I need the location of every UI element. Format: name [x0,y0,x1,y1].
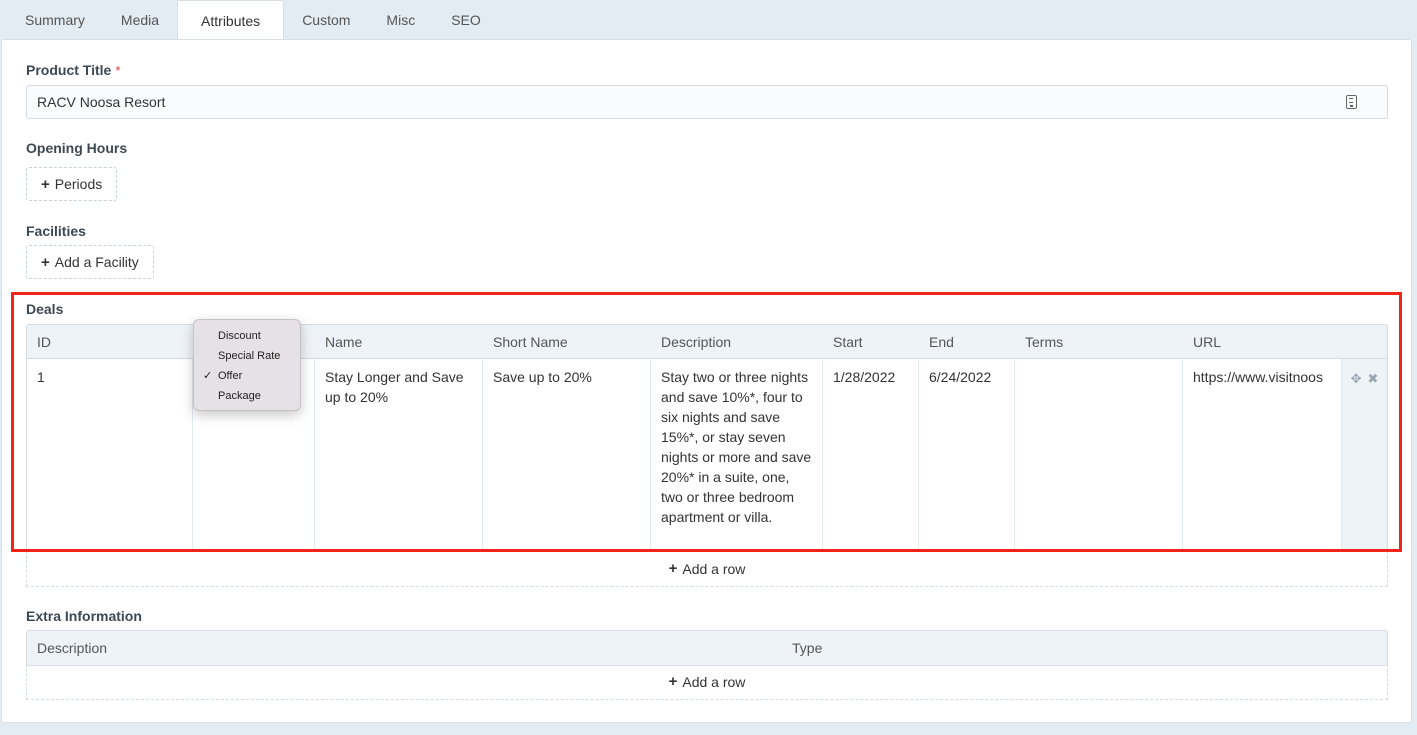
deals-col-terms: Terms [1025,333,1064,350]
dropdown-option-offer[interactable]: ✓ Offer [194,366,300,386]
add-facility-label: Add a Facility [54,254,139,270]
close-icon[interactable]: ✖ [1368,369,1379,543]
tab-custom[interactable]: Custom [284,0,368,40]
extra-add-row-label: Add a row [682,673,746,690]
opening-hours-label: Opening Hours [26,140,128,156]
deal-type-dropdown: Discount Special Rate ✓ Offer Package [193,319,301,411]
deals-col-end: End [929,333,954,350]
product-title-input[interactable]: RACV Noosa Resort [26,85,1388,119]
clipboard-icon[interactable] [1346,95,1357,109]
deals-col-short-name: Short Name [493,333,568,350]
tab-bar: Summary Media Attributes Custom Misc SEO [0,0,499,40]
add-periods-button[interactable]: + Periods [26,167,118,201]
deal-terms-cell[interactable] [1015,359,1183,551]
extra-information-table: Description Type [26,630,1388,666]
facilities-label: Facilities [26,223,86,239]
product-title-label: Product Title * [26,62,120,78]
deal-description-cell[interactable]: Stay two or three nights and save 10%*, … [651,359,823,551]
deals-col-url: URL [1193,333,1222,350]
tab-seo[interactable]: SEO [433,0,499,40]
deal-name-cell[interactable]: Stay Longer and Save up to 20% [315,359,483,551]
deals-col-start: Start [833,333,863,350]
deal-start-cell[interactable]: 1/28/2022 [823,359,919,551]
plus-icon: + [41,253,50,271]
tab-attributes[interactable]: Attributes [177,0,285,40]
product-title-label-text: Product Title [26,62,112,78]
row-actions: ✥ ✖ [1342,359,1387,551]
deals-label: Deals [26,301,64,317]
tab-summary[interactable]: Summary [0,0,103,40]
tab-media[interactable]: Media [103,0,177,40]
dropdown-option-special-rate[interactable]: Special Rate [194,346,300,366]
add-facility-button[interactable]: + Add a Facility [26,245,154,279]
dropdown-option-package[interactable]: Package [194,386,300,406]
extra-col-type: Type [792,640,823,656]
deals-add-row-button[interactable]: + Add a row [26,551,1388,587]
extra-information-label: Extra Information [26,608,142,624]
deal-url-cell[interactable]: https://www.visitnoos [1183,359,1342,551]
deal-short-name-cell[interactable]: Save up to 20% [483,359,651,551]
dropdown-option-offer-label: Offer [218,370,243,382]
extra-add-row-button[interactable]: + Add a row [26,664,1388,700]
deal-id-cell[interactable]: 1 [27,359,193,551]
add-periods-label: Periods [54,176,103,192]
deals-col-actions [1342,325,1387,358]
check-icon: ✓ [203,370,213,382]
move-icon[interactable]: ✥ [1351,369,1362,543]
extra-col-description: Description [37,640,108,656]
product-title-value: RACV Noosa Resort [37,94,166,110]
deals-col-id: ID [37,333,51,350]
extra-header-row: Description Type [27,631,1387,665]
required-mark: * [115,63,121,78]
deal-end-cell[interactable]: 6/24/2022 [919,359,1015,551]
deals-col-name: Name [325,333,363,350]
plus-icon: + [41,175,50,193]
plus-icon: + [668,560,678,577]
deals-add-row-label: Add a row [682,560,746,577]
tab-misc[interactable]: Misc [368,0,433,40]
deals-col-description: Description [661,333,732,350]
dropdown-option-discount[interactable]: Discount [194,326,300,346]
plus-icon: + [668,673,678,690]
